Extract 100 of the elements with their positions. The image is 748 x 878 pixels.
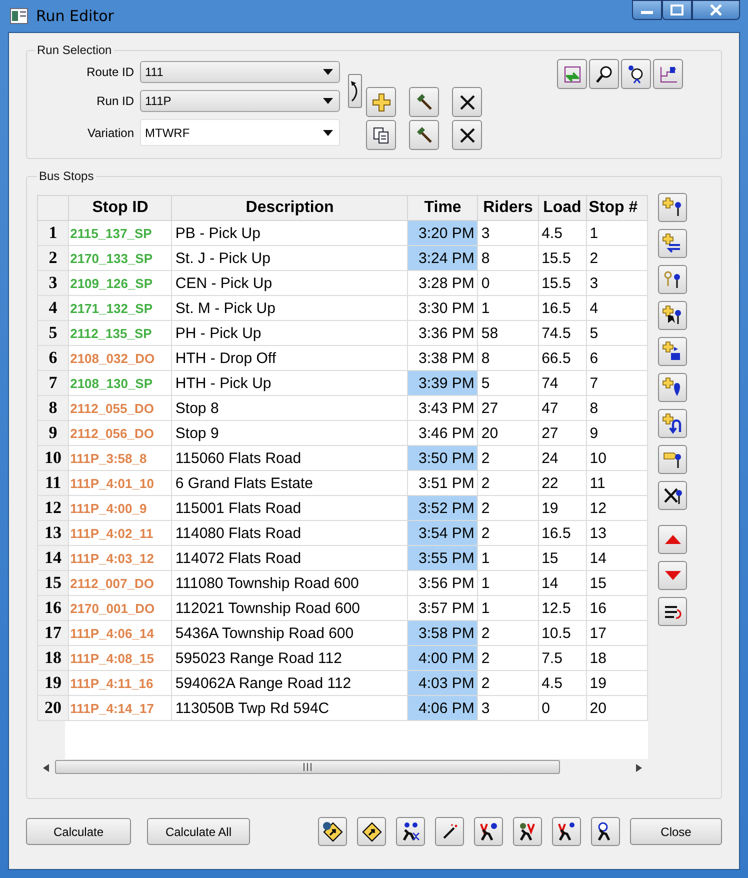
row-header[interactable]: 17 (38, 620, 69, 646)
table-cell: 2112_007_DO (68, 570, 172, 596)
table-cell: 3 (586, 270, 648, 296)
table-cell: St. J - Pick Up (172, 246, 408, 270)
cut-pin-button[interactable] (658, 481, 687, 510)
wand-button[interactable] (435, 817, 464, 846)
table-cell: 27 (478, 396, 538, 420)
table-cell: 1 (478, 546, 538, 570)
table-cell: 111080 Township Road 600 (172, 570, 408, 596)
table-cell: 5436A Township Road 600 (172, 620, 408, 646)
combo-field[interactable]: MTWRF (140, 119, 340, 146)
table-cell: Stop 9 (172, 420, 408, 446)
add-pin-button[interactable] (658, 193, 687, 222)
people-button[interactable] (396, 817, 425, 846)
table-cell: 16.5 (538, 296, 586, 320)
table-cell: 4.5 (538, 670, 586, 696)
table-cell: 2115_137_SP (68, 220, 172, 246)
row-header[interactable]: 12 (38, 496, 69, 520)
person-check-button[interactable] (552, 817, 581, 846)
add-u-turn-button[interactable] (658, 409, 687, 438)
table-cell: 9 (586, 420, 648, 446)
row-header[interactable]: 6 (38, 346, 69, 370)
globe-road-sign-button[interactable] (318, 817, 347, 846)
column-header[interactable]: Stop ID (68, 196, 172, 220)
road-sign-icon (360, 820, 382, 842)
calculate-all-button[interactable]: Calculate All (147, 818, 250, 845)
row-header[interactable]: 1 (38, 220, 69, 246)
table-cell: 2 (478, 520, 538, 546)
delete-button[interactable] (452, 120, 482, 150)
table-cell: 111P_4:00_9 (68, 496, 172, 520)
field-label: Run ID (96, 94, 134, 108)
column-header[interactable]: Load (538, 196, 586, 220)
expand-button[interactable] (348, 74, 362, 108)
table-cell: 7.5 (538, 646, 586, 670)
table-cell: 2171_132_SP (68, 296, 172, 320)
row-header[interactable]: 16 (38, 596, 69, 620)
window-icon (10, 8, 28, 24)
row-header[interactable]: 8 (38, 396, 69, 420)
road-sign-button[interactable] (357, 817, 386, 846)
grid-swap-button[interactable] (557, 59, 587, 89)
row-header[interactable]: 2 (38, 246, 69, 270)
table-cell: 14 (538, 570, 586, 596)
row-header[interactable]: 7 (38, 370, 69, 396)
add-marker-button[interactable] (658, 373, 687, 402)
dropdown[interactable]: 111 (140, 61, 340, 83)
list-return-button[interactable] (658, 597, 687, 626)
table-cell: 14 (586, 546, 648, 570)
row-header[interactable]: 3 (38, 270, 69, 296)
table-cell: 4:00 PM (408, 646, 478, 670)
add-pin-icon (662, 196, 684, 218)
field-label: Route ID (86, 65, 134, 79)
scroll-right-icon (636, 764, 642, 772)
row-header[interactable]: 11 (38, 470, 69, 496)
row-header[interactable]: 20 (38, 696, 69, 720)
row-header[interactable]: 4 (38, 296, 69, 320)
table-cell: 112021 Township Road 600 (172, 596, 408, 620)
globe-road-sign-icon (322, 820, 344, 842)
close-button[interactable]: Close (630, 818, 722, 845)
add-button[interactable] (366, 87, 396, 117)
dropdown[interactable]: 111P (140, 90, 340, 112)
chart-button[interactable] (653, 59, 683, 89)
tag-pin-button[interactable] (658, 445, 687, 474)
add-flag-button[interactable] (658, 337, 687, 366)
row-header[interactable]: 14 (38, 546, 69, 570)
table-cell: 2108_130_SP (68, 370, 172, 396)
down-arrow-button[interactable] (658, 561, 687, 590)
delete-button[interactable] (452, 87, 482, 117)
edit-button[interactable] (409, 120, 439, 150)
row-header[interactable]: 9 (38, 420, 69, 446)
up-arrow-button[interactable] (658, 525, 687, 554)
scroll-thumb[interactable] (55, 760, 560, 774)
calculate-button[interactable]: Calculate (26, 818, 131, 845)
table-cell: 47 (538, 396, 586, 420)
column-header[interactable]: Description (172, 196, 408, 220)
row-header[interactable]: 5 (38, 320, 69, 346)
column-header[interactable]: Stop # (586, 196, 648, 220)
row-header[interactable]: 18 (38, 646, 69, 670)
window-title: Run Editor (36, 7, 114, 25)
table-cell: PH - Pick Up (172, 320, 408, 346)
add-transfer-button[interactable] (658, 229, 687, 258)
search-button[interactable] (589, 59, 619, 89)
minimize-button[interactable] (632, 0, 662, 20)
row-header[interactable]: 13 (38, 520, 69, 546)
column-header[interactable]: Time (408, 196, 478, 220)
table-cell: 27 (538, 420, 586, 446)
copy-button[interactable] (366, 120, 396, 150)
scroll-left-icon (43, 764, 49, 772)
maximize-button[interactable] (662, 0, 692, 20)
close-button[interactable] (692, 0, 740, 20)
search-person-button[interactable] (621, 59, 651, 89)
field-label: Variation (86, 126, 134, 140)
dropdown-arrow-icon (323, 130, 333, 136)
table-cell: 5 (586, 320, 648, 346)
row-header[interactable]: 10 (38, 446, 69, 470)
person-check-button[interactable] (513, 817, 542, 846)
edit-button[interactable] (409, 87, 439, 117)
column-header[interactable]: Riders (478, 196, 538, 220)
row-header[interactable]: 15 (38, 570, 69, 596)
person-check-button[interactable] (474, 817, 503, 846)
row-header[interactable]: 19 (38, 670, 69, 696)
